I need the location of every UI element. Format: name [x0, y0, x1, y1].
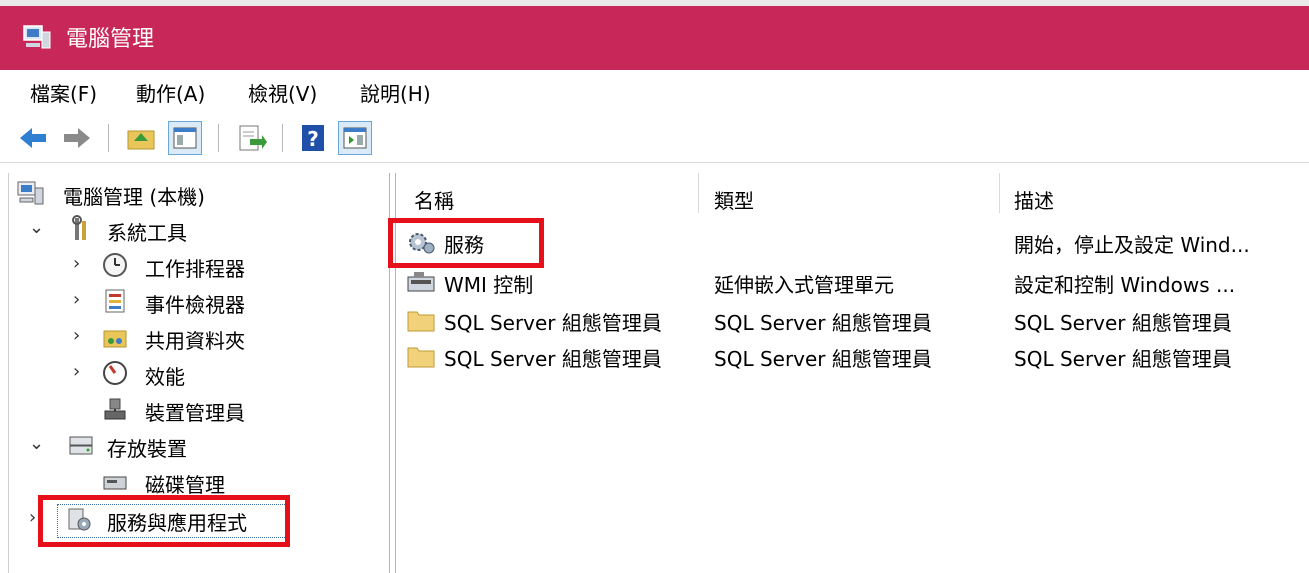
disk-management-icon — [103, 476, 127, 490]
cell-type: SQL Server 組態管理員 — [714, 311, 932, 335]
tree-item-event-viewer[interactable]: › 事件檢視器 — [17, 285, 377, 319]
folder-icon — [407, 311, 435, 332]
tree-label: 系統工具 — [107, 221, 187, 245]
chevron-down-icon[interactable]: ⌄ — [29, 217, 44, 238]
help-icon[interactable]: ? — [296, 121, 330, 155]
column-separator[interactable] — [698, 173, 699, 213]
toolbar: ? — [0, 112, 1309, 163]
column-separator[interactable] — [999, 173, 1000, 213]
menu-bar: 檔案(F) 動作(A) 檢視(V) 說明(H) — [0, 70, 1309, 112]
tree-root-label: 電腦管理 (本機) — [63, 185, 205, 209]
menu-view[interactable]: 檢視(V) — [248, 78, 317, 107]
forward-arrow-icon[interactable] — [60, 121, 94, 155]
console-tree-icon — [173, 127, 197, 149]
tree-label: 效能 — [145, 365, 185, 389]
list-row-sql-config-manager[interactable]: SQL Server 組態管理員 SQL Server 組態管理員 SQL Se… — [396, 339, 1309, 375]
up-folder-icon[interactable] — [124, 121, 158, 155]
tree-item-shared-folders[interactable]: › 共用資料夾 — [17, 321, 377, 355]
toolbar-separator — [218, 124, 219, 152]
storage-icon — [69, 436, 93, 455]
tree-label: 共用資料夾 — [145, 329, 245, 353]
tree-label: 磁碟管理 — [145, 473, 225, 497]
back-arrow-icon[interactable] — [16, 121, 50, 155]
cell-description: 開始，停止及設定 Wind... — [1014, 233, 1250, 257]
tree-item-storage[interactable]: ⌄ 存放裝置 — [17, 429, 377, 463]
computer-management-icon — [17, 181, 44, 205]
highlight-box-services-and-applications — [38, 495, 290, 547]
tree-label: 裝置管理員 — [145, 401, 245, 425]
menu-action[interactable]: 動作(A) — [136, 78, 205, 107]
list-row-sql-config-manager[interactable]: SQL Server 組態管理員 SQL Server 組態管理員 SQL Se… — [396, 303, 1309, 339]
chevron-right-icon[interactable]: › — [73, 361, 80, 382]
menu-help[interactable]: 說明(H) — [360, 78, 431, 107]
action-pane-icon — [343, 127, 367, 149]
tree-item-task-scheduler[interactable]: › 工作排程器 — [17, 249, 377, 283]
device-manager-icon — [104, 398, 126, 420]
wmi-control-icon — [407, 272, 435, 292]
chevron-right-icon[interactable]: › — [73, 289, 80, 310]
tree-root-computer-management[interactable]: 電腦管理 (本機) — [17, 177, 377, 211]
column-header-type[interactable]: 類型 — [714, 185, 754, 214]
shared-folder-icon — [103, 330, 127, 348]
tree-item-disk-management[interactable]: 磁碟管理 — [17, 465, 377, 499]
column-header-description[interactable]: 描述 — [1014, 185, 1054, 214]
svg-text:?: ? — [307, 127, 319, 151]
folder-icon — [407, 347, 435, 368]
chevron-down-icon[interactable]: ⌄ — [29, 433, 44, 454]
tree-item-performance[interactable]: › 效能 — [17, 357, 377, 391]
performance-icon — [103, 361, 127, 385]
tree-item-device-manager[interactable]: 裝置管理員 — [17, 393, 377, 427]
clock-icon — [103, 253, 127, 277]
tree-label: 工作排程器 — [145, 257, 245, 281]
title-bar: 電腦管理 — [0, 0, 1309, 70]
tree-label: 存放裝置 — [107, 437, 187, 461]
column-header-name[interactable]: 名稱 — [414, 185, 454, 214]
show-hide-tree-button[interactable] — [168, 121, 202, 155]
export-list-icon[interactable] — [234, 121, 268, 155]
chevron-right-icon[interactable]: › — [73, 325, 80, 346]
taskbar-strip — [0, 0, 1309, 6]
tree-label: 事件檢視器 — [145, 293, 245, 317]
show-hide-action-pane-button[interactable] — [338, 121, 372, 155]
cell-name: SQL Server 組態管理員 — [444, 311, 662, 335]
cell-description: 設定和控制 Windows ... — [1014, 273, 1236, 297]
window-title: 電腦管理 — [66, 27, 155, 52]
toolbar-separator — [108, 124, 109, 152]
menu-file[interactable]: 檔案(F) — [30, 78, 97, 107]
cell-name: WMI 控制 — [444, 273, 534, 297]
cell-description: SQL Server 組態管理員 — [1014, 311, 1232, 335]
computer-management-icon — [23, 25, 51, 49]
chevron-right-icon[interactable]: › — [29, 507, 36, 528]
highlight-box-services — [388, 218, 544, 268]
cell-type: SQL Server 組態管理員 — [714, 347, 932, 371]
system-tools-icon — [72, 215, 86, 240]
cell-description: SQL Server 組態管理員 — [1014, 347, 1232, 371]
cell-type: 延伸嵌入式管理單元 — [714, 273, 894, 297]
chevron-right-icon[interactable]: › — [73, 253, 80, 274]
list-row-wmi-control[interactable]: WMI 控制 延伸嵌入式管理單元 設定和控制 Windows ... — [396, 265, 1309, 301]
event-viewer-icon — [105, 289, 125, 313]
toolbar-separator — [282, 124, 283, 152]
cell-name: SQL Server 組態管理員 — [444, 347, 662, 371]
tree-item-system-tools[interactable]: ⌄ 系統工具 — [17, 213, 377, 247]
